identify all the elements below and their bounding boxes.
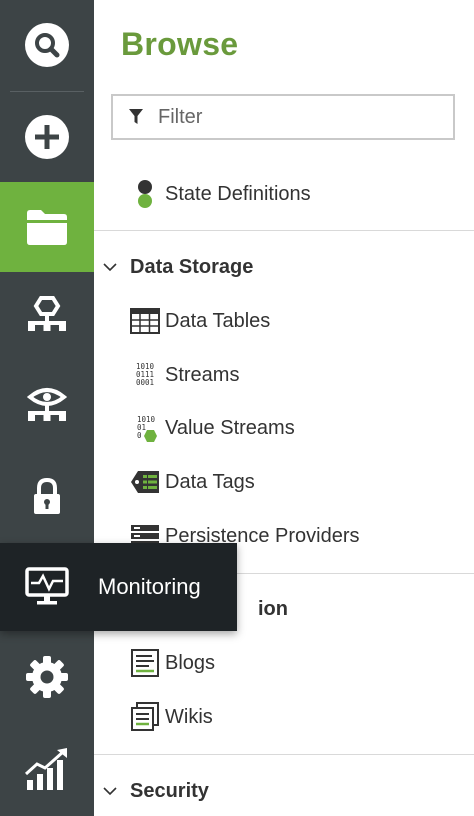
plus-circle-icon (25, 115, 69, 159)
data-tables-item[interactable]: Data Tables (130, 301, 270, 341)
monitoring-hover-tooltip[interactable]: Monitoring (0, 543, 237, 631)
browse-nav-button[interactable] (0, 182, 94, 272)
blogs-label: Blogs (165, 651, 216, 674)
table-grid-icon (130, 308, 160, 334)
data-tags-icon-wrap (130, 467, 160, 497)
data-tag-icon (131, 471, 159, 493)
analytics-nav-button[interactable] (0, 724, 94, 814)
analytics-chart-icon (24, 748, 67, 790)
monitor-pulse-icon (25, 567, 69, 605)
browse-panel: Browse State Definitions Data Storage (94, 0, 474, 816)
visibility-nav-button[interactable] (0, 362, 94, 452)
security-section-header[interactable]: Security (102, 773, 209, 809)
collaboration-label: ion (258, 597, 288, 620)
value-streams-icon-wrap: 1010 01 0 (130, 413, 160, 443)
filter-box[interactable] (111, 94, 455, 140)
state-definition-icon (138, 180, 152, 208)
modeling-nav-button[interactable] (0, 272, 94, 362)
data-tags-item[interactable]: Data Tags (130, 462, 255, 502)
thing-hierarchy-icon (28, 296, 66, 331)
search-nav-button[interactable] (0, 0, 94, 90)
chevron-down-icon (103, 787, 117, 796)
blogs-icon-wrap (130, 648, 160, 678)
streams-item[interactable]: 1010 0111 0001 Streams (130, 355, 240, 395)
binary-stream-icon: 1010 0111 0001 (136, 363, 154, 387)
search-icon (25, 23, 69, 67)
wikis-label: Wikis (165, 705, 213, 728)
data-storage-label: Data Storage (130, 255, 254, 278)
eye-hierarchy-icon (26, 388, 68, 421)
divider (94, 754, 474, 755)
security-label: Security (130, 779, 209, 802)
value-streams-item[interactable]: 1010 01 0 Value Streams (130, 408, 295, 448)
streams-icon-wrap: 1010 0111 0001 (130, 360, 160, 390)
wikis-item[interactable]: Wikis (130, 697, 213, 737)
left-navigation-rail (0, 0, 94, 816)
binary-line: 0001 (135, 378, 155, 387)
blog-document-icon (131, 649, 159, 677)
value-streams-label: Value Streams (165, 416, 295, 439)
divider (94, 230, 474, 231)
filter-funnel-icon (129, 109, 143, 124)
lock-icon (34, 477, 60, 514)
gear-icon (26, 656, 68, 698)
filter-input[interactable] (158, 105, 418, 129)
state-definitions-label: State Definitions (165, 182, 311, 205)
chevron-down-icon (103, 263, 117, 272)
security-nav-button[interactable] (0, 452, 94, 542)
settings-nav-button[interactable] (0, 632, 94, 722)
state-definitions-item[interactable]: State Definitions (130, 174, 311, 214)
streams-label: Streams (165, 363, 240, 386)
green-hexagon-icon (144, 430, 157, 442)
data-tables-label: Data Tables (165, 309, 271, 332)
monitoring-nav-button[interactable] (0, 543, 94, 631)
data-tables-icon-wrap (130, 306, 160, 336)
page-title: Browse (121, 26, 239, 62)
folder-icon (27, 210, 67, 245)
wikis-icon-wrap (130, 702, 160, 732)
new-entity-nav-button[interactable] (0, 92, 94, 182)
data-tags-label: Data Tags (165, 470, 255, 493)
data-storage-section-header[interactable]: Data Storage (102, 249, 253, 285)
state-definitions-icon-wrap (130, 179, 160, 209)
wiki-pages-icon (131, 702, 159, 731)
tooltip-label: Monitoring (98, 574, 201, 599)
blogs-item[interactable]: Blogs (130, 643, 215, 683)
